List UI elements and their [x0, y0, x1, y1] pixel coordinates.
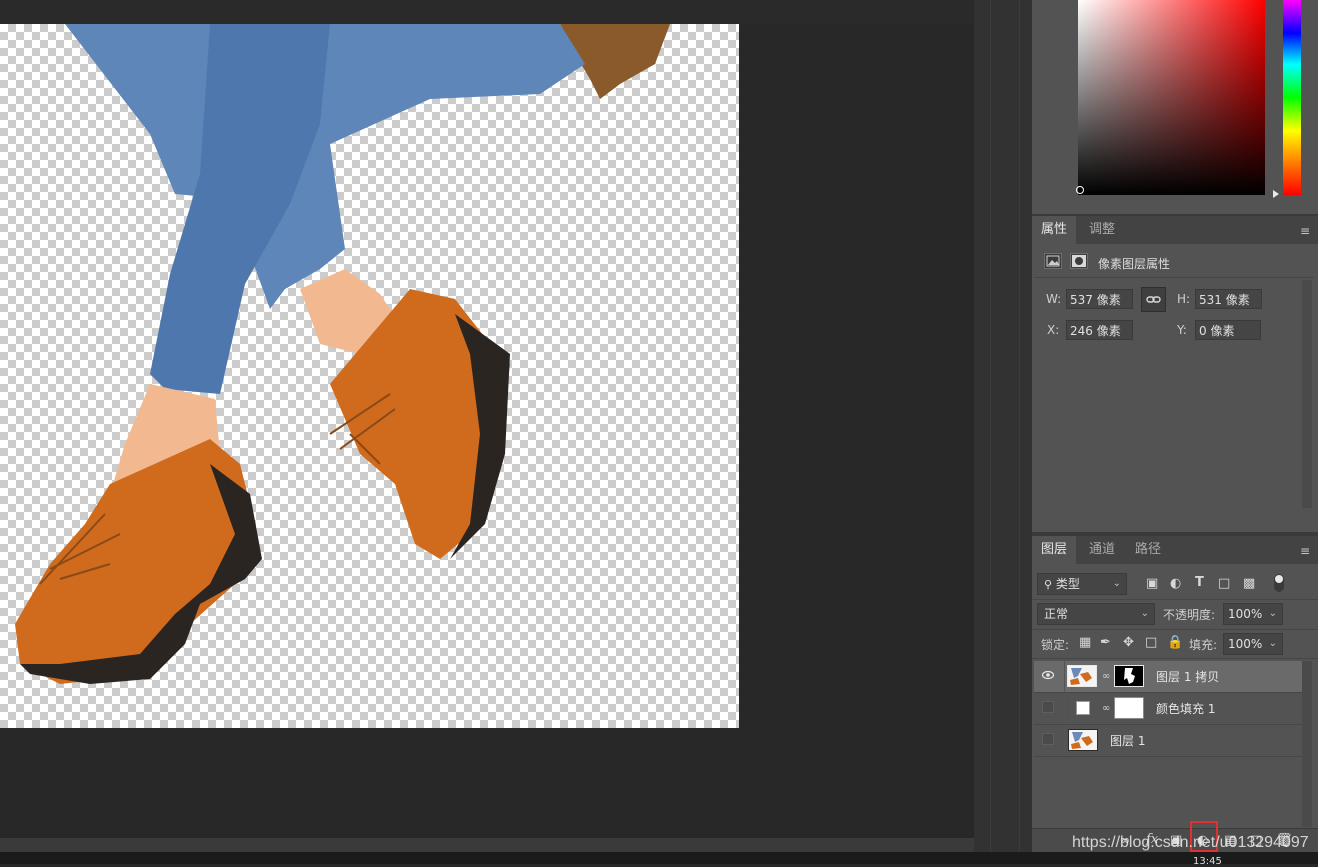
mask-link-icon[interactable]: ∞: [1102, 703, 1110, 714]
layer-row[interactable]: 图层 1: [1034, 725, 1302, 757]
hue-slider[interactable]: [1283, 0, 1301, 195]
fill-value: 100%: [1228, 637, 1263, 651]
divider: [1032, 599, 1318, 600]
properties-title: 像素图层属性: [1098, 257, 1171, 271]
divider: [1064, 661, 1065, 692]
layer-row[interactable]: ∞ 图层 1 拷贝: [1034, 661, 1302, 693]
layer-name: 颜色填充 1: [1156, 702, 1216, 716]
filter-adjustment-icon[interactable]: ◐: [1170, 576, 1181, 591]
tab-layers[interactable]: 图层: [1032, 536, 1077, 564]
divider: [1032, 629, 1318, 630]
divider: [1064, 693, 1065, 724]
layers-tab-bar: 图层 通道 路径 ≡: [1032, 536, 1318, 564]
color-picker-handle[interactable]: [1076, 186, 1084, 194]
color-fill-swatch-icon[interactable]: [1076, 701, 1090, 715]
horizontal-scrollbar[interactable]: [0, 838, 974, 852]
filter-toggle-switch[interactable]: [1274, 574, 1284, 592]
divider: [1032, 658, 1318, 659]
y-label: Y:: [1177, 323, 1187, 337]
divider: [1019, 0, 1020, 852]
layer-row[interactable]: ∞ 颜色填充 1: [1034, 693, 1302, 725]
layer-mask-thumbnail[interactable]: [1114, 665, 1144, 687]
opacity-field[interactable]: 100% ⌄: [1223, 603, 1283, 625]
panel-dock-gutter: [974, 0, 1032, 852]
opacity-label: 不透明度:: [1163, 608, 1216, 622]
lock-position-icon[interactable]: ✥: [1123, 635, 1134, 650]
legs-shoes-image: [15, 24, 670, 684]
fill-field[interactable]: 100% ⌄: [1223, 633, 1283, 655]
tab-adjustments[interactable]: 调整: [1080, 216, 1124, 244]
hue-slider-handle[interactable]: [1273, 190, 1279, 198]
filter-shape-icon[interactable]: □: [1218, 576, 1230, 591]
height-label: H:: [1177, 292, 1191, 306]
filter-smart-object-icon[interactable]: ▩: [1243, 576, 1255, 591]
layer-filter-dropdown[interactable]: ⚲ 类型 ⌄: [1037, 573, 1127, 595]
mask-icon[interactable]: [1070, 253, 1088, 269]
properties-tab-bar: 属性 调整 ≡: [1032, 216, 1318, 244]
width-field[interactable]: 537 像素: [1066, 289, 1133, 309]
mask-link-icon[interactable]: ∞: [1102, 671, 1110, 682]
properties-header: 像素图层属性: [1034, 248, 1314, 278]
lock-label: 锁定:: [1041, 638, 1070, 652]
lock-artboard-icon[interactable]: □: [1145, 635, 1157, 650]
tooltip-time: 13:45: [1193, 856, 1222, 867]
link-dimensions-button[interactable]: [1141, 287, 1166, 312]
visibility-eye-icon[interactable]: [1041, 669, 1055, 681]
document-top-bar: [0, 0, 974, 24]
layer-mask-thumbnail[interactable]: [1114, 697, 1144, 719]
chevron-down-icon: ⌄: [1112, 578, 1121, 589]
tab-properties[interactable]: 属性: [1032, 216, 1077, 244]
lock-all-icon[interactable]: 🔒: [1167, 635, 1183, 650]
link-icon: [1146, 296, 1161, 303]
tab-channels[interactable]: 通道: [1080, 536, 1124, 564]
chevron-down-icon: ⌄: [1268, 638, 1277, 649]
layer-thumbnail: [1067, 665, 1097, 687]
chevron-down-icon: ⌄: [1140, 608, 1149, 619]
opacity-value: 100%: [1228, 607, 1263, 621]
lock-transparency-icon[interactable]: ▦: [1079, 635, 1091, 650]
height-field[interactable]: 531 像素: [1195, 289, 1262, 309]
fill-label: 填充:: [1189, 638, 1218, 652]
panel-menu-icon[interactable]: ≡: [1300, 224, 1310, 238]
x-field[interactable]: 246 像素: [1066, 320, 1133, 340]
divider: [1064, 725, 1065, 756]
document-canvas[interactable]: [0, 24, 739, 728]
blend-mode-value: 正常: [1044, 607, 1069, 621]
color-picker-field[interactable]: [1078, 0, 1265, 195]
search-icon: ⚲: [1044, 578, 1053, 591]
lock-image-pixels-icon[interactable]: ✒: [1100, 635, 1111, 650]
layer-name: 图层 1 拷贝: [1156, 670, 1220, 684]
watermark-text: https://blog.csdn.net/u013294097: [1072, 834, 1309, 851]
layer-thumbnail: [1068, 729, 1098, 751]
panel-menu-icon[interactable]: ≡: [1300, 544, 1310, 558]
pixel-layer-icon: [1044, 253, 1062, 269]
blend-mode-dropdown[interactable]: 正常 ⌄: [1037, 603, 1155, 625]
divider: [990, 0, 991, 852]
filter-kind-label: 类型: [1055, 577, 1080, 591]
visibility-toggle[interactable]: [1042, 733, 1054, 745]
visibility-toggle[interactable]: [1042, 701, 1054, 713]
tab-paths[interactable]: 路径: [1126, 536, 1170, 564]
layer-name: 图层 1: [1110, 734, 1146, 748]
filter-type-icon[interactable]: T: [1195, 575, 1204, 590]
layers-scrollbar[interactable]: [1302, 661, 1312, 827]
width-label: W:: [1046, 292, 1062, 306]
y-field[interactable]: 0 像素: [1195, 320, 1261, 340]
status-strip: [0, 852, 1318, 864]
toggle-knob: [1275, 575, 1283, 583]
chevron-down-icon: ⌄: [1268, 608, 1277, 619]
filter-pixel-icon[interactable]: ▣: [1146, 576, 1158, 591]
x-label: X:: [1047, 323, 1060, 337]
properties-scrollbar[interactable]: [1302, 280, 1312, 508]
